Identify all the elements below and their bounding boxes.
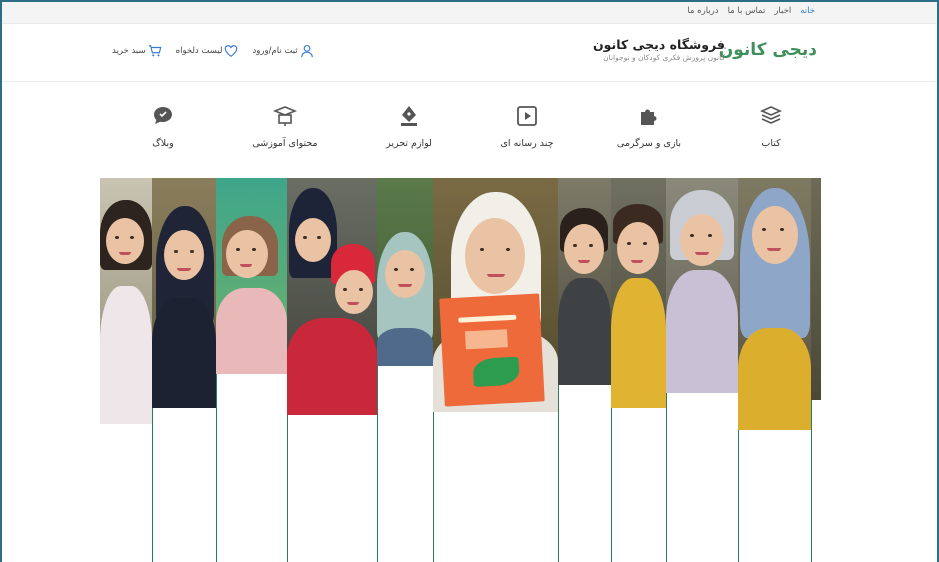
hero-photo-strip [611, 178, 666, 408]
divider-line [377, 366, 378, 562]
hero-photo-strip [152, 178, 216, 408]
divider-line [611, 408, 612, 562]
divider-line [558, 385, 559, 562]
hero-photo-strip [666, 178, 738, 393]
divider-line [287, 415, 288, 562]
divider-line [738, 430, 739, 562]
divider-line [433, 412, 434, 562]
book-title-bar [458, 314, 517, 323]
hero-banner [0, 0, 939, 562]
divider-line [216, 374, 217, 562]
hero-photo-strip [377, 178, 433, 366]
divider-line [666, 393, 667, 562]
divider-line [152, 408, 153, 562]
divider-line [811, 400, 812, 562]
hero-photo-strip [287, 178, 377, 415]
hero-photo-strip [558, 178, 611, 385]
hero-photo-strip [100, 178, 152, 424]
hero-photo-strip [738, 178, 811, 430]
book-cover [439, 293, 545, 407]
hero-photo-strip [811, 178, 821, 400]
hero-photo-strip [216, 178, 287, 374]
